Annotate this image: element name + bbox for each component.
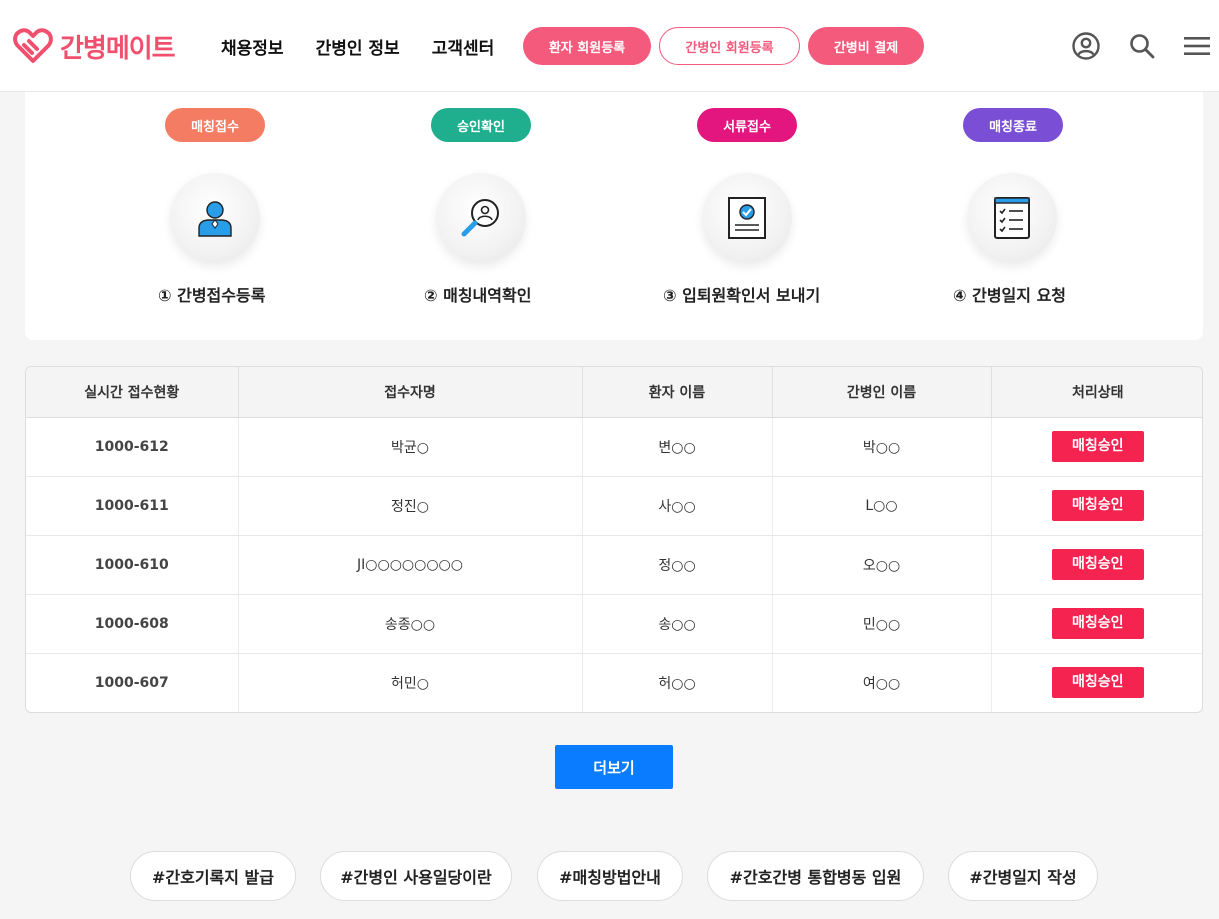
step-label-journal-request: ④ 간병일지 요청 [953, 286, 1067, 305]
person-icon [170, 173, 260, 263]
status-button[interactable]: 매칭승인 [1051, 667, 1144, 699]
nav-item-support[interactable]: 고객센터 [432, 34, 495, 59]
step-badge-documents: 서류접수 [697, 108, 797, 142]
cell-applicant: 송종○○ [238, 594, 583, 654]
table-row: 1000-607 허민○ 허○○ 여○○ 매칭승인 [26, 653, 1202, 712]
magnifier-person-icon [436, 173, 526, 263]
cell-applicant: 허민○ [238, 653, 583, 712]
table-row: 1000-612 박균○ 변○○ 박○○ 매칭승인 [26, 417, 1202, 477]
cell-status: 매칭승인 [991, 594, 1202, 654]
cell-patient: 변○○ [582, 417, 773, 477]
cell-caregiver: 박○○ [772, 417, 992, 477]
cell-status: 매칭승인 [991, 476, 1202, 536]
user-icon[interactable] [1070, 30, 1102, 62]
cell-id: 1000-608 [26, 594, 239, 654]
col-header-id: 실시간 접수현황 [26, 367, 239, 418]
step-badge-complete: 매칭종료 [963, 108, 1063, 142]
cell-caregiver: 여○○ [772, 653, 992, 712]
cell-applicant: 박균○ [238, 417, 583, 477]
cell-patient: 송○○ [582, 594, 773, 654]
step-label-matching-check: ② 매칭내역확인 [424, 286, 532, 305]
cell-id: 1000-610 [26, 535, 239, 595]
table-row: 1000-608 송종○○ 송○○ 민○○ 매칭승인 [26, 594, 1202, 654]
nav-item-jobs[interactable]: 채용정보 [221, 34, 284, 59]
step-badge-received: 매칭접수 [165, 108, 265, 142]
col-header-applicant: 접수자명 [238, 367, 583, 418]
table-header-row: 실시간 접수현황 접수자명 환자 이름 간병인 이름 처리상태 [26, 367, 1202, 418]
cell-status: 매칭승인 [991, 653, 1202, 712]
cell-patient: 정○○ [582, 535, 773, 595]
heart-handshake-logo-icon [13, 28, 53, 63]
status-button[interactable]: 매칭승인 [1051, 549, 1144, 580]
tag-daily-rate[interactable]: #간병인 사용일당이란 [320, 851, 512, 901]
realtime-status-table: 실시간 접수현황 접수자명 환자 이름 간병인 이름 처리상태 1000-612… [25, 366, 1203, 713]
main-nav: 채용정보 간병인 정보 고객센터 [221, 34, 526, 59]
cell-patient: 허○○ [582, 653, 773, 712]
checklist-icon [967, 173, 1057, 263]
cell-caregiver: L○○ [772, 476, 992, 536]
brand-logo[interactable]: 간병메이트 [12, 24, 176, 68]
hashtag-list: #간호기록지 발급 #간병인 사용일당이란 #매칭방법안내 #간호간병 통합병동… [0, 851, 1219, 901]
payment-button[interactable]: 간병비 결제 [808, 27, 924, 65]
cell-patient: 사○○ [582, 476, 773, 536]
process-steps-card: 매칭접수 ① 간병접수등록 승인확인 ② 매칭내역확인 서류접수 ③ 입퇴원확인… [25, 92, 1203, 340]
tag-care-journal[interactable]: #간병일지 작성 [948, 851, 1098, 901]
menu-icon[interactable] [1181, 30, 1213, 62]
col-header-patient: 환자 이름 [582, 367, 773, 418]
cell-status: 매칭승인 [991, 535, 1202, 595]
nav-item-caregiver-info[interactable]: 간병인 정보 [316, 34, 400, 59]
cell-caregiver: 민○○ [772, 594, 992, 654]
cell-status: 매칭승인 [991, 417, 1202, 477]
patient-register-button[interactable]: 환자 회원등록 [523, 27, 651, 65]
load-more-button[interactable]: 더보기 [555, 745, 673, 789]
step-label-register: ① 간병접수등록 [158, 286, 266, 305]
certificate-icon [702, 173, 792, 263]
table-row: 1000-611 정진○ 사○○ L○○ 매칭승인 [26, 476, 1202, 536]
status-button[interactable]: 매칭승인 [1051, 608, 1144, 639]
site-header: 간병메이트 채용정보 간병인 정보 고객센터 환자 회원등록 간병인 회원등록 … [0, 0, 1219, 92]
search-icon[interactable] [1126, 30, 1158, 62]
status-button[interactable]: 매칭승인 [1051, 431, 1144, 462]
status-button[interactable]: 매칭승인 [1051, 490, 1144, 521]
cell-id: 1000-612 [26, 417, 239, 477]
brand-name: 간병메이트 [60, 33, 176, 64]
caregiver-register-button[interactable]: 간병인 회원등록 [659, 27, 800, 65]
tag-integrated-ward[interactable]: #간호간병 통합병동 입원 [707, 851, 924, 901]
cell-caregiver: 오○○ [772, 535, 992, 595]
cell-applicant: JI○○○○○○○○ [238, 535, 583, 595]
tag-matching-guide[interactable]: #매칭방법안내 [537, 851, 683, 901]
cell-id: 1000-607 [26, 653, 239, 712]
table-row: 1000-610 JI○○○○○○○○ 정○○ 오○○ 매칭승인 [26, 535, 1202, 595]
cell-id: 1000-611 [26, 476, 239, 536]
col-header-caregiver: 간병인 이름 [772, 367, 992, 418]
step-label-send-certificate: ③ 입퇴원확인서 보내기 [663, 286, 821, 305]
tag-nursing-record[interactable]: #간호기록지 발급 [130, 851, 296, 901]
col-header-status: 처리상태 [991, 367, 1202, 418]
step-badge-approval: 승인확인 [431, 108, 531, 142]
cell-applicant: 정진○ [238, 476, 583, 536]
